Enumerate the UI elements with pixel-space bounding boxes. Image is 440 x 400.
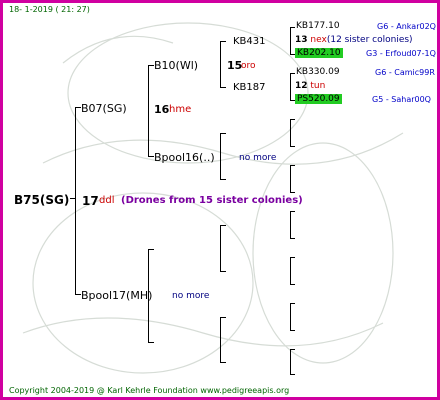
header-date: 18- 1-2019 ( 21: 27) xyxy=(9,5,90,14)
gen4-empty-3-a xyxy=(290,211,295,212)
gen1-lower-no-more: no more xyxy=(172,291,210,301)
gen3-upper-bracket xyxy=(220,41,221,88)
gen3-lower-drones-row: 12 tun xyxy=(295,81,325,91)
gen3-upper-drones-row: 13 nex(12 sister colonies) xyxy=(295,35,413,45)
gen1-upper-drones-suffix: hme xyxy=(169,104,192,115)
gen4-empty-3-b xyxy=(290,238,295,239)
gen3-lower-a-tick-b xyxy=(220,271,226,272)
gen2-upper-drones-suffix: oro xyxy=(241,61,256,71)
gen4-label-2: KB202.10 xyxy=(295,48,343,58)
gen3-lower-bracket-a xyxy=(220,225,221,272)
gen4-1-tick-a xyxy=(290,27,295,28)
gen1-bracket xyxy=(75,107,76,295)
gen3-upper-tick-b xyxy=(220,87,226,88)
gen4-empty-4-a xyxy=(290,257,295,258)
gen4-label-1: KB177.10 xyxy=(296,21,340,31)
gen4-empty-bracket-1 xyxy=(290,119,291,147)
gen4-bracket-1 xyxy=(290,27,291,55)
gen4-empty-6-a xyxy=(290,349,295,350)
gen4-empty-2-b xyxy=(290,192,295,193)
gen4-label-4: PS520.09 xyxy=(295,94,342,104)
gen3-lower-bracket-b xyxy=(220,317,221,363)
gen3-upper-label: KB431 xyxy=(233,36,266,47)
root-drones-suffix: ddl xyxy=(99,195,115,206)
gen3-lower-b-tick-a xyxy=(220,317,226,318)
gen1-upper-label: B07(SG) xyxy=(81,102,127,115)
gen3-mid-tick-b xyxy=(220,179,226,180)
gen3-lower-label: KB187 xyxy=(233,82,266,93)
root-label: B75(SG) xyxy=(14,193,70,207)
root-drones-count: 17 xyxy=(82,194,99,208)
gen4-empty-2-a xyxy=(290,165,295,166)
gen3-upper-tick-a xyxy=(220,41,226,42)
gen2-lower-tick-a xyxy=(148,249,154,250)
gen4-label-3: KB330.09 xyxy=(296,67,340,77)
gen2-lower-bracket xyxy=(148,249,149,343)
gen4-empty-bracket-2 xyxy=(290,165,291,193)
gen1-lower-label: Bpool17(MH) xyxy=(81,289,153,302)
gen4-empty-1-b xyxy=(290,146,295,147)
gen2-lower-label: Bpool16(..) xyxy=(154,151,215,164)
gen3-lower-a-tick-a xyxy=(220,225,226,226)
gen3-upper-drones-note: (12 sister colonies) xyxy=(326,35,413,45)
gen4-empty-6-b xyxy=(290,374,295,375)
gen4-empty-bracket-3 xyxy=(290,211,291,239)
gen4-empty-5-a xyxy=(290,303,295,304)
pedigree-frame: 18- 1-2019 ( 21: 27) B75(SG) 17 ddl (Dro… xyxy=(0,0,440,400)
gen1-upper-drones-count: 16 xyxy=(154,103,170,116)
root-drones-note: (Drones from 15 sister colonies) xyxy=(121,195,303,206)
gen3-lower-drones-count: 12 xyxy=(295,81,308,91)
footer-copyright: Copyright 2004-2019 @ Karl Kehrle Founda… xyxy=(9,386,290,395)
gen3-lower-drones-suffix: tun xyxy=(310,81,326,91)
gen2-lower-no-more: no more xyxy=(239,153,277,163)
gen4-empty-bracket-6 xyxy=(290,349,291,375)
gen4-gen-4: G5 - Sahar00Q xyxy=(372,95,431,104)
gen2-lower-tick-b xyxy=(148,342,154,343)
gen3-lower-b-tick-b xyxy=(220,362,226,363)
gen3-mid-bracket xyxy=(220,133,221,180)
gen4-bracket-2 xyxy=(290,73,291,101)
gen4-empty-5-b xyxy=(290,330,295,331)
gen4-empty-bracket-4 xyxy=(290,257,291,285)
gen4-gen-1: G6 - Ankar02Q xyxy=(377,22,436,31)
gen4-2-tick-a xyxy=(290,73,295,74)
gen3-upper-drones-count: 13 xyxy=(295,35,308,45)
gen4-empty-bracket-5 xyxy=(290,303,291,331)
gen3-upper-drones-suffix: nex xyxy=(310,35,327,45)
gen4-empty-4-b xyxy=(290,284,295,285)
gen4-gen-3: G6 - Camic99R xyxy=(375,68,435,77)
gen2-upper-bracket xyxy=(148,65,149,157)
gen4-gen-2: G3 - Erfoud07-1Q xyxy=(366,49,436,58)
gen4-empty-1-a xyxy=(290,119,295,120)
gen2-upper-label: B10(Wl) xyxy=(154,59,199,72)
gen3-mid-tick-a xyxy=(220,133,226,134)
